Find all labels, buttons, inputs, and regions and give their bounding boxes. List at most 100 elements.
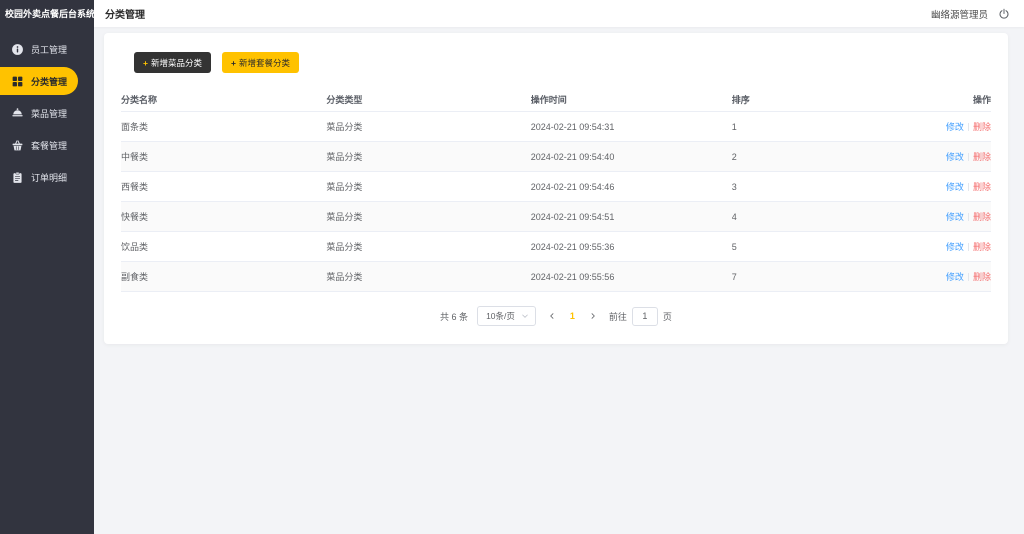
- category-type-cell: 菜品分类: [326, 180, 530, 193]
- goto-page-input[interactable]: [632, 307, 658, 326]
- sidebar-item-setmeal[interactable]: 套餐管理: [0, 129, 94, 161]
- plus-icon: +: [231, 58, 236, 68]
- actions-cell: 修改删除: [925, 210, 991, 223]
- table-header-row: 分类名称 分类类型 操作时间 排序 操作: [121, 87, 991, 112]
- sidebar: 校园外卖点餐后台系统 员工管理 分类管理 菜品管理 套餐管理: [0, 0, 94, 534]
- edit-link[interactable]: 修改: [946, 240, 964, 253]
- content: + 新增菜品分类 + 新增套餐分类 分类名称 分类类型 操作时间 排序 操作 面…: [94, 27, 1024, 534]
- page-unit-label: 页: [663, 310, 672, 323]
- username: 幽络源管理员: [931, 7, 988, 21]
- table-row: 西餐类菜品分类2024-02-21 09:54:463修改删除: [121, 172, 991, 202]
- add-setmeal-category-button[interactable]: + 新增套餐分类: [222, 52, 299, 73]
- user-info-icon: [11, 43, 24, 56]
- delete-link[interactable]: 删除: [973, 150, 991, 163]
- action-divider: [968, 243, 969, 251]
- goto-page: 前往 页: [609, 307, 672, 326]
- operate-time-cell: 2024-02-21 09:54:46: [531, 182, 732, 192]
- category-type-cell: 菜品分类: [326, 240, 530, 253]
- edit-link[interactable]: 修改: [946, 270, 964, 283]
- main-area: 分类管理 幽络源管理员 + 新增菜品分类 + 新增套餐分类 分: [94, 0, 1024, 534]
- page-size-select[interactable]: 10条/页: [477, 306, 536, 326]
- add-dish-category-button[interactable]: + 新增菜品分类: [134, 52, 211, 73]
- sidebar-item-label: 订单明细: [31, 171, 67, 184]
- actions-cell: 修改删除: [925, 120, 991, 133]
- actions-cell: 修改删除: [925, 270, 991, 283]
- edit-link[interactable]: 修改: [946, 180, 964, 193]
- action-divider: [968, 153, 969, 161]
- next-page-icon[interactable]: [586, 306, 600, 326]
- delete-link[interactable]: 删除: [973, 180, 991, 193]
- category-name-cell: 饮品类: [121, 240, 326, 253]
- delete-link[interactable]: 删除: [973, 210, 991, 223]
- category-type-cell: 菜品分类: [326, 150, 530, 163]
- category-name-cell: 西餐类: [121, 180, 326, 193]
- category-type-cell: 菜品分类: [326, 120, 530, 133]
- actions-cell: 修改删除: [925, 150, 991, 163]
- category-type-cell: 菜品分类: [326, 210, 530, 223]
- operate-time-cell: 2024-02-21 09:55:56: [531, 272, 732, 282]
- column-header-name: 分类名称: [121, 93, 326, 106]
- category-name-cell: 快餐类: [121, 210, 326, 223]
- column-header-sort: 排序: [732, 93, 925, 106]
- action-divider: [968, 213, 969, 221]
- category-name-cell: 中餐类: [121, 150, 326, 163]
- actions-cell: 修改删除: [925, 240, 991, 253]
- operate-time-cell: 2024-02-21 09:54:40: [531, 152, 732, 162]
- current-page[interactable]: 1: [568, 311, 577, 321]
- add-setmeal-category-label: 新增套餐分类: [239, 57, 290, 69]
- column-header-time: 操作时间: [531, 93, 732, 106]
- table-body: 面条类菜品分类2024-02-21 09:54:311修改删除中餐类菜品分类20…: [121, 112, 991, 292]
- add-dish-category-label: 新增菜品分类: [151, 57, 202, 69]
- operate-time-cell: 2024-02-21 09:55:36: [531, 242, 732, 252]
- category-grid-icon: [11, 75, 24, 88]
- setmeal-basket-icon: [11, 139, 24, 152]
- sort-cell: 2: [732, 152, 925, 162]
- action-divider: [968, 273, 969, 281]
- dish-cloche-icon: [11, 107, 24, 120]
- goto-label: 前往: [609, 310, 627, 323]
- table-row: 饮品类菜品分类2024-02-21 09:55:365修改删除: [121, 232, 991, 262]
- category-card: + 新增菜品分类 + 新增套餐分类 分类名称 分类类型 操作时间 排序 操作 面…: [104, 33, 1008, 344]
- app-title: 校园外卖点餐后台系统: [0, 0, 94, 27]
- category-name-cell: 面条类: [121, 120, 326, 133]
- sidebar-item-label: 套餐管理: [31, 139, 67, 152]
- table-row: 快餐类菜品分类2024-02-21 09:54:514修改删除: [121, 202, 991, 232]
- category-name-cell: 副食类: [121, 270, 326, 283]
- sidebar-item-dish[interactable]: 菜品管理: [0, 97, 94, 129]
- pagination: 共 6 条 10条/页 1 前往 页: [121, 306, 991, 326]
- table-row: 面条类菜品分类2024-02-21 09:54:311修改删除: [121, 112, 991, 142]
- action-divider: [968, 183, 969, 191]
- power-icon[interactable]: [998, 8, 1010, 20]
- page-title: 分类管理: [105, 6, 145, 21]
- page-size-label: 10条/页: [486, 310, 515, 322]
- sidebar-item-label: 菜品管理: [31, 107, 67, 120]
- sort-cell: 4: [732, 212, 925, 222]
- table-row: 中餐类菜品分类2024-02-21 09:54:402修改删除: [121, 142, 991, 172]
- sidebar-item-employee[interactable]: 员工管理: [0, 33, 94, 65]
- sidebar-nav: 员工管理 分类管理 菜品管理 套餐管理 订单明细: [0, 33, 94, 193]
- operate-time-cell: 2024-02-21 09:54:31: [531, 122, 732, 132]
- sidebar-item-orders[interactable]: 订单明细: [0, 161, 94, 193]
- column-header-actions: 操作: [925, 93, 991, 106]
- order-clipboard-icon: [11, 171, 24, 184]
- table-row: 副食类菜品分类2024-02-21 09:55:567修改删除: [121, 262, 991, 292]
- operate-time-cell: 2024-02-21 09:54:51: [531, 212, 732, 222]
- delete-link[interactable]: 删除: [973, 240, 991, 253]
- toolbar: + 新增菜品分类 + 新增套餐分类: [134, 52, 991, 73]
- delete-link[interactable]: 删除: [973, 270, 991, 283]
- chevron-down-icon: [521, 312, 529, 320]
- edit-link[interactable]: 修改: [946, 210, 964, 223]
- category-type-cell: 菜品分类: [326, 270, 530, 283]
- sort-cell: 1: [732, 122, 925, 132]
- delete-link[interactable]: 删除: [973, 120, 991, 133]
- sort-cell: 3: [732, 182, 925, 192]
- sort-cell: 5: [732, 242, 925, 252]
- sidebar-item-label: 分类管理: [31, 75, 67, 88]
- prev-page-icon[interactable]: [545, 306, 559, 326]
- edit-link[interactable]: 修改: [946, 120, 964, 133]
- edit-link[interactable]: 修改: [946, 150, 964, 163]
- actions-cell: 修改删除: [925, 180, 991, 193]
- sidebar-item-category[interactable]: 分类管理: [0, 67, 78, 95]
- sort-cell: 7: [732, 272, 925, 282]
- column-header-type: 分类类型: [326, 93, 530, 106]
